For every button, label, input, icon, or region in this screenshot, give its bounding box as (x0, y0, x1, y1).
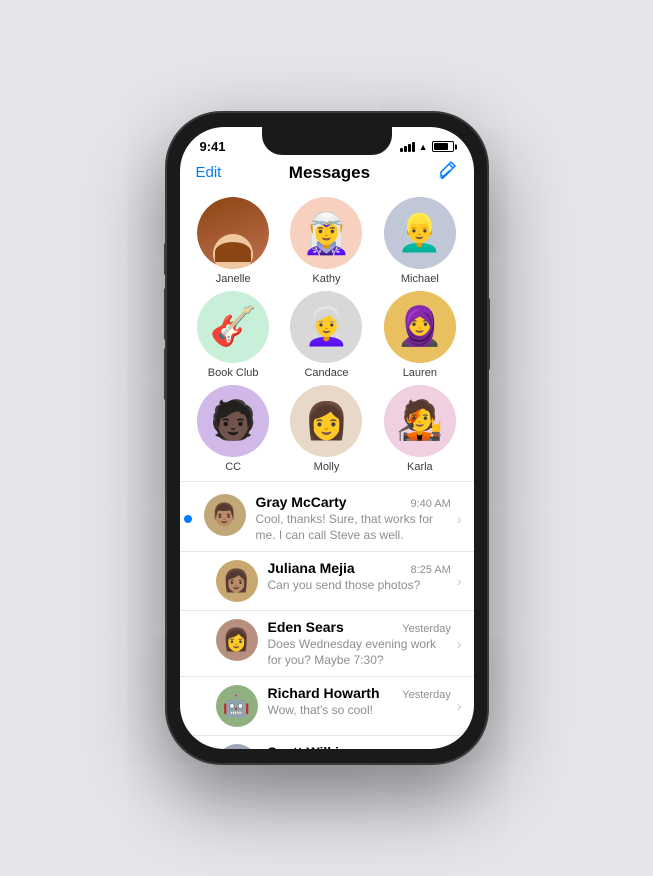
message-top-row: Juliana Mejia 8:25 AM (268, 560, 451, 576)
message-preview-juliana: Can you send those photos? (268, 578, 451, 594)
message-time-eden: Yesterday (402, 623, 451, 635)
contact-name-bookclub: Book Club (208, 367, 259, 379)
pinned-contact-kathy[interactable]: 🧝‍♀️ Kathy (283, 197, 370, 285)
pinned-contact-candace[interactable]: 👩‍🦳 Candace (283, 291, 370, 379)
avatar-juliana-mejia: 👩🏽 (216, 560, 258, 602)
pinned-contact-michael[interactable]: 👱‍♂️ Michael (376, 197, 463, 285)
contact-name-molly: Molly (314, 461, 340, 473)
pinned-contact-lauren[interactable]: 🧕 Lauren (376, 291, 463, 379)
status-icons: ▲ (400, 141, 454, 152)
avatar-molly: 👩 (290, 385, 362, 457)
avatar-karla: 🧑‍🎤 (384, 385, 456, 457)
message-time-juliana: 8:25 AM (410, 564, 450, 576)
contact-name-candace: Candace (304, 367, 348, 379)
section-divider (180, 481, 474, 482)
avatar-michael: 👱‍♂️ (384, 197, 456, 269)
avatar-scott-wilkie: 👨🏻 (216, 744, 258, 749)
message-content-juliana: Juliana Mejia 8:25 AM Can you send those… (268, 560, 451, 594)
message-preview-richard: Wow, that's so cool! (268, 703, 451, 719)
signal-icon (400, 142, 415, 152)
message-time-scott: Yesterday (402, 748, 451, 749)
phone-screen: 9:41 ▲ Edit Messages (180, 127, 474, 749)
message-time-gray: 9:40 AM (410, 498, 450, 510)
avatar-candace: 👩‍🦳 (290, 291, 362, 363)
contact-name-karla: Karla (407, 461, 433, 473)
sender-name-juliana: Juliana Mejia (268, 560, 355, 576)
sender-name-richard: Richard Howarth (268, 685, 380, 701)
message-top-row: Eden Sears Yesterday (268, 619, 451, 635)
avatar-lauren: 🧕 (384, 291, 456, 363)
message-content-scott: Scott Wilkie Yesterday Hey, do we have e… (268, 744, 451, 749)
chevron-icon: › (457, 636, 462, 652)
page-title: Messages (289, 163, 370, 183)
battery-icon (432, 141, 454, 152)
power-button (487, 298, 490, 370)
sender-name-eden: Eden Sears (268, 619, 344, 635)
message-item-gray[interactable]: 👨🏽 Gray McCarty 9:40 AM Cool, thanks! Su… (180, 486, 474, 552)
edit-button[interactable]: Edit (196, 164, 222, 181)
contact-name-janelle: Janelle (216, 273, 251, 285)
message-content-gray: Gray McCarty 9:40 AM Cool, thanks! Sure,… (256, 494, 451, 543)
chevron-icon: › (457, 698, 462, 714)
chevron-icon: › (457, 511, 462, 527)
avatar-janelle (197, 197, 269, 269)
chevron-icon: › (457, 573, 462, 589)
avatar-eden-sears: 👩 (216, 619, 258, 661)
pinned-contact-cc[interactable]: 🧑🏿 CC (190, 385, 277, 473)
message-top-row: Gray McCarty 9:40 AM (256, 494, 451, 510)
contact-name-cc: CC (225, 461, 241, 473)
screen-content: 9:41 ▲ Edit Messages (180, 127, 474, 749)
compose-button[interactable] (437, 160, 457, 185)
sender-name-scott: Scott Wilkie (268, 744, 347, 749)
unread-indicator (184, 515, 192, 523)
message-top-row: Scott Wilkie Yesterday (268, 744, 451, 749)
pinned-contact-bookclub[interactable]: 🎸 Book Club (190, 291, 277, 379)
message-time-richard: Yesterday (402, 689, 451, 701)
sender-name-gray: Gray McCarty (256, 494, 347, 510)
message-top-row: Richard Howarth Yesterday (268, 685, 451, 701)
avatar-kathy: 🧝‍♀️ (290, 197, 362, 269)
wifi-icon: ▲ (419, 142, 428, 152)
message-preview-eden: Does Wednesday evening work for you? May… (268, 637, 451, 668)
message-list: 👨🏽 Gray McCarty 9:40 AM Cool, thanks! Su… (180, 486, 474, 749)
volume-down-button (164, 348, 167, 400)
message-item-juliana[interactable]: 👩🏽 Juliana Mejia 8:25 AM Can you send th… (180, 552, 474, 611)
contact-name-lauren: Lauren (403, 367, 437, 379)
message-item-eden[interactable]: 👩 Eden Sears Yesterday Does Wednesday ev… (180, 611, 474, 677)
avatar-gray-mccarty: 👨🏽 (204, 494, 246, 536)
silent-button (164, 243, 167, 275)
pinned-contact-karla[interactable]: 🧑‍🎤 Karla (376, 385, 463, 473)
message-preview-gray: Cool, thanks! Sure, that works for me. I… (256, 512, 451, 543)
contact-name-kathy: Kathy (312, 273, 340, 285)
phone-frame: 9:41 ▲ Edit Messages (167, 113, 487, 763)
message-content-eden: Eden Sears Yesterday Does Wednesday even… (268, 619, 451, 668)
avatar-cc: 🧑🏿 (197, 385, 269, 457)
pinned-contact-janelle[interactable]: Janelle (190, 197, 277, 285)
message-item-scott[interactable]: 👨🏻 Scott Wilkie Yesterday Hey, do we hav… (180, 736, 474, 749)
contact-name-michael: Michael (401, 273, 439, 285)
status-time: 9:41 (200, 139, 226, 154)
pinned-contacts-grid: Janelle 🧝‍♀️ Kathy 👱‍♂️ Michael (180, 193, 474, 477)
pinned-contact-molly[interactable]: 👩 Molly (283, 385, 370, 473)
message-content-richard: Richard Howarth Yesterday Wow, that's so… (268, 685, 451, 719)
volume-up-button (164, 288, 167, 340)
avatar-bookclub: 🎸 (197, 291, 269, 363)
avatar-richard-howarth: 🤖 (216, 685, 258, 727)
message-item-richard[interactable]: 🤖 Richard Howarth Yesterday Wow, that's … (180, 677, 474, 736)
notch (262, 127, 392, 155)
messages-header: Edit Messages (180, 158, 474, 193)
